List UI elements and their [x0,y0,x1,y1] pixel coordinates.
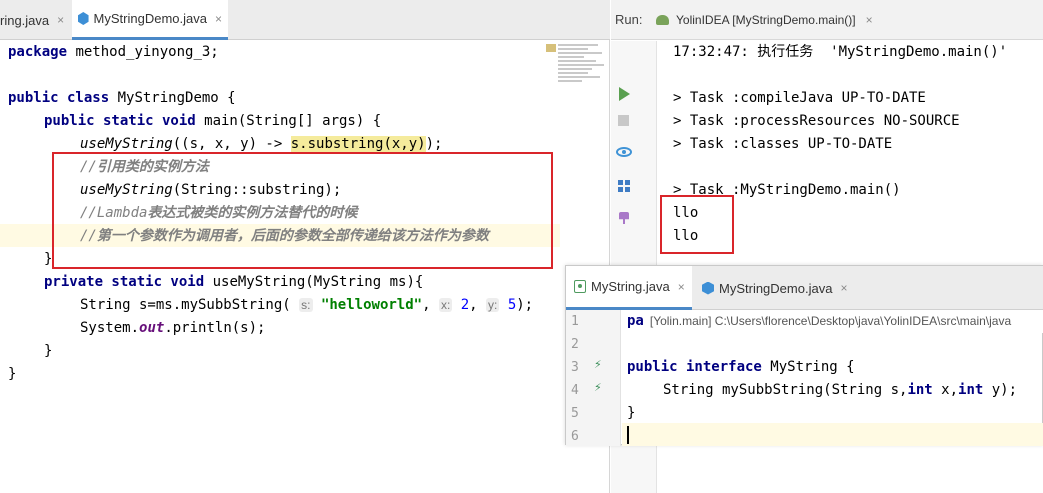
left-editor[interactable]: ring.java × MyStringDemo.java × package … [0,0,610,493]
code-line: public interface MyString { [627,359,855,375]
code-line: String s=ms.mySubbString( s: "helloworld… [80,297,534,313]
run-tab[interactable]: YolinIDEA [MyStringDemo.main()] × [656,0,873,40]
close-icon[interactable]: × [840,281,847,295]
console-line: > Task :processResources NO-SOURCE [673,113,960,129]
tab-mystringdemo-java[interactable]: MyStringDemo.java × [72,0,228,40]
tab-ring-java[interactable]: ring.java × [0,0,70,40]
gradle-icon [656,15,669,25]
java-class-icon [702,281,714,295]
implemented-icon[interactable]: ⚡ [594,382,606,394]
console-line: > Task :compileJava UP-TO-DATE [673,90,926,106]
tab-label: MyStringDemo.java [93,11,207,26]
annotation-highlight-box [660,195,734,254]
line-number: 2 [571,337,579,352]
annotation-highlight-box [52,152,553,269]
close-icon[interactable]: × [866,13,873,27]
code-line: String mySubbString(String s,int x,int y… [663,382,1018,398]
pin-icon[interactable] [619,212,629,224]
code-line: System.out.println(s); [80,320,266,336]
param-hint: x: [438,298,453,312]
line-number: 1 [571,314,579,329]
console-line: 17:32:47: 执行任务 'MyStringDemo.main()' [673,44,1008,60]
line-number: 3 [571,360,579,375]
code-line: public static void main(String[] args) { [44,113,382,129]
line-number-gutter: 1 2 3 4 5 6 ⚡ ⚡ [566,310,621,446]
code-line: public class MyStringDemo { [8,90,236,106]
code-line: } [8,366,17,382]
layout-icon[interactable] [618,180,630,192]
text-caret [627,426,629,444]
left-editor-tab-bar: ring.java × MyStringDemo.java × [0,0,610,40]
line-number: 6 [571,429,579,444]
current-line-highlight [622,423,1043,446]
code-line: } [627,405,636,421]
popup-tab-bar: MyString.java × MyStringDemo.java × [566,266,1043,310]
stop-icon[interactable] [618,115,629,126]
run-label: Run: [615,12,643,27]
param-hint: s: [299,298,313,312]
code-line: package method_yinyong_3; [8,44,219,60]
line-number: 4 [571,383,579,398]
console-line: > Task :classes UP-TO-DATE [673,136,893,152]
close-icon[interactable]: × [678,280,685,294]
tab-label: ring.java [0,12,50,28]
popup-editor[interactable]: MyString.java × MyStringDemo.java × 1 2 … [565,265,1043,446]
breadcrumb: pa [Yolin.main] C:\Users\florence\Desktop… [622,310,1043,333]
code-line: } [44,343,53,359]
close-icon[interactable]: × [215,12,222,26]
run-tab-label: YolinIDEA [MyStringDemo.main()] [676,13,856,27]
close-icon[interactable]: × [57,13,64,27]
tab-label: MyString.java [591,279,670,294]
interface-icon [574,280,586,293]
code-line: private static void useMyString(MyString… [44,274,424,290]
implemented-icon[interactable]: ⚡ [594,359,606,371]
eye-icon[interactable] [616,147,632,157]
tab-mystring-java[interactable]: MyString.java × [566,266,692,310]
java-class-icon [78,12,89,25]
param-hint: y: [486,298,500,312]
tab-mystringdemo-java[interactable]: MyStringDemo.java × [696,266,853,310]
minimap-marker [546,44,556,52]
run-panel-header: Run: YolinIDEA [MyStringDemo.main()] × [611,0,1043,40]
tab-label: MyStringDemo.java [719,280,833,296]
rerun-icon[interactable] [619,87,630,101]
line-number: 5 [571,406,579,421]
